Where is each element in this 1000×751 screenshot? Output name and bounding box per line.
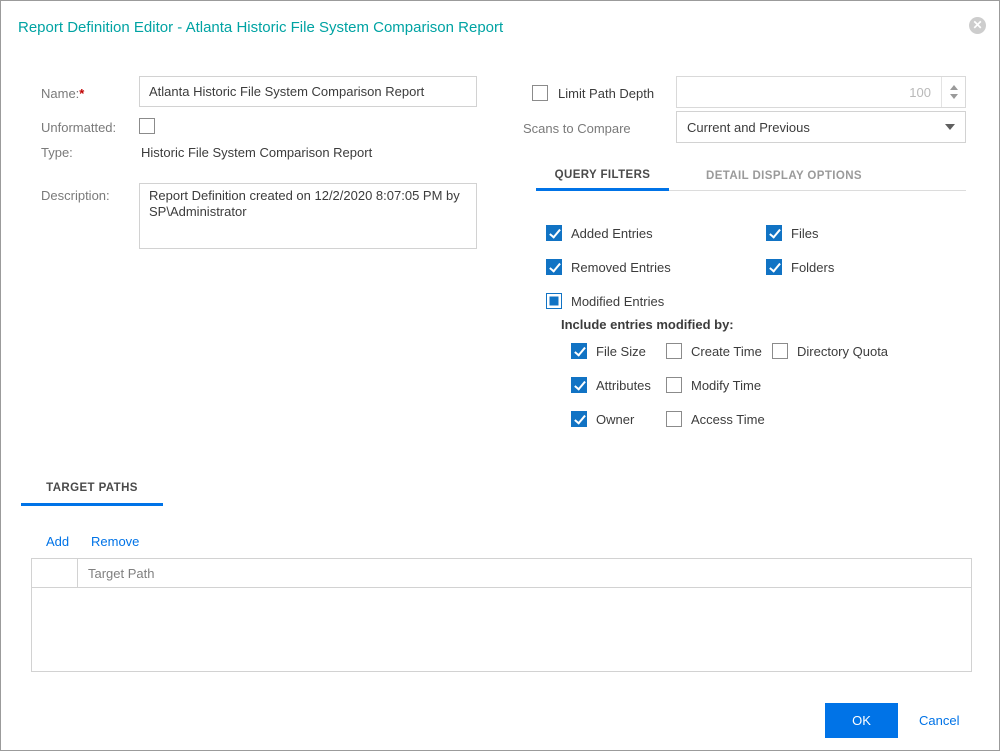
unformatted-checkbox[interactable] (139, 118, 155, 134)
right-tabstrip: QUERY FILTERS DETAIL DISPLAY OPTIONS (536, 161, 966, 191)
added-entries-option[interactable]: Added Entries (546, 224, 766, 242)
access-time-label: Access Time (691, 412, 765, 427)
limit-path-depth-label: Limit Path Depth (558, 86, 654, 101)
target-paths-table: Target Path (31, 558, 972, 672)
owner-label: Owner (596, 412, 634, 427)
selector-column-header (32, 559, 78, 587)
create-time-checkbox[interactable] (666, 343, 682, 359)
files-checkbox[interactable] (766, 225, 782, 241)
description-label: Description: (41, 188, 110, 203)
required-asterisk: * (79, 86, 84, 101)
target-paths-table-header: Target Path (32, 559, 971, 588)
tab-detail-display-options[interactable]: DETAIL DISPLAY OPTIONS (669, 161, 899, 191)
description-textarea[interactable]: Report Definition created on 12/2/2020 8… (139, 183, 477, 249)
modified-entries-checkbox[interactable] (546, 293, 562, 309)
spinner-buttons[interactable] (941, 77, 965, 107)
removed-entries-checkbox[interactable] (546, 259, 562, 275)
close-icon[interactable]: ✕ (969, 17, 986, 34)
create-time-label: Create Time (691, 344, 762, 359)
spinner-up-icon[interactable] (950, 85, 958, 90)
attributes-label: Attributes (596, 378, 651, 393)
cancel-link[interactable]: Cancel (919, 713, 959, 728)
chevron-down-icon (945, 124, 955, 130)
scans-to-compare-value: Current and Previous (687, 120, 945, 135)
folders-label: Folders (791, 260, 834, 275)
access-time-checkbox[interactable] (666, 411, 682, 427)
scans-to-compare-dropdown[interactable]: Current and Previous (676, 111, 966, 143)
owner-option[interactable]: Owner (571, 410, 666, 428)
target-paths-table-body[interactable] (32, 588, 971, 671)
directory-quota-label: Directory Quota (797, 344, 888, 359)
modified-entries-option[interactable]: Modified Entries (546, 292, 766, 310)
directory-quota-checkbox[interactable] (772, 343, 788, 359)
include-entries-modified-label: Include entries modified by: (561, 316, 986, 334)
removed-entries-option[interactable]: Removed Entries (546, 258, 766, 276)
directory-quota-option[interactable]: Directory Quota (772, 342, 888, 360)
target-path-column-header: Target Path (78, 566, 971, 581)
modified-by-options: File Size Create Time Directory Quota At… (571, 342, 986, 428)
report-definition-editor-dialog: Report Definition Editor - Atlanta Histo… (0, 0, 1000, 751)
modified-entries-label: Modified Entries (571, 294, 664, 309)
files-option[interactable]: Files (766, 224, 818, 242)
type-label: Type: (41, 145, 73, 160)
removed-entries-label: Removed Entries (571, 260, 671, 275)
create-time-option[interactable]: Create Time (666, 342, 772, 360)
modify-time-checkbox[interactable] (666, 377, 682, 393)
added-entries-checkbox[interactable] (546, 225, 562, 241)
folders-option[interactable]: Folders (766, 258, 834, 276)
access-time-option[interactable]: Access Time (666, 410, 765, 428)
folders-checkbox[interactable] (766, 259, 782, 275)
tab-query-filters[interactable]: QUERY FILTERS (536, 161, 669, 191)
modify-time-label: Modify Time (691, 378, 761, 393)
path-depth-input[interactable] (677, 77, 941, 107)
file-size-checkbox[interactable] (571, 343, 587, 359)
type-value: Historic File System Comparison Report (141, 145, 372, 160)
unformatted-label: Unformatted: (41, 120, 116, 135)
name-label: Name:* (41, 86, 84, 101)
name-input[interactable] (139, 76, 477, 107)
dialog-title: Report Definition Editor - Atlanta Histo… (18, 19, 503, 36)
file-size-label: File Size (596, 344, 646, 359)
owner-checkbox[interactable] (571, 411, 587, 427)
query-filters-panel: Added Entries Files Removed Entries Fold… (546, 224, 986, 444)
path-depth-spinner (676, 76, 966, 108)
files-label: Files (791, 226, 818, 241)
ok-button[interactable]: OK (825, 703, 898, 738)
added-entries-label: Added Entries (571, 226, 653, 241)
modify-time-option[interactable]: Modify Time (666, 376, 761, 394)
attributes-option[interactable]: Attributes (571, 376, 666, 394)
limit-path-depth-checkbox[interactable] (532, 85, 548, 101)
add-link[interactable]: Add (46, 534, 69, 549)
remove-link[interactable]: Remove (91, 534, 139, 549)
spinner-down-icon[interactable] (950, 94, 958, 99)
scans-to-compare-label: Scans to Compare (523, 121, 631, 136)
tab-target-paths[interactable]: TARGET PATHS (21, 473, 163, 506)
file-size-option[interactable]: File Size (571, 342, 666, 360)
attributes-checkbox[interactable] (571, 377, 587, 393)
